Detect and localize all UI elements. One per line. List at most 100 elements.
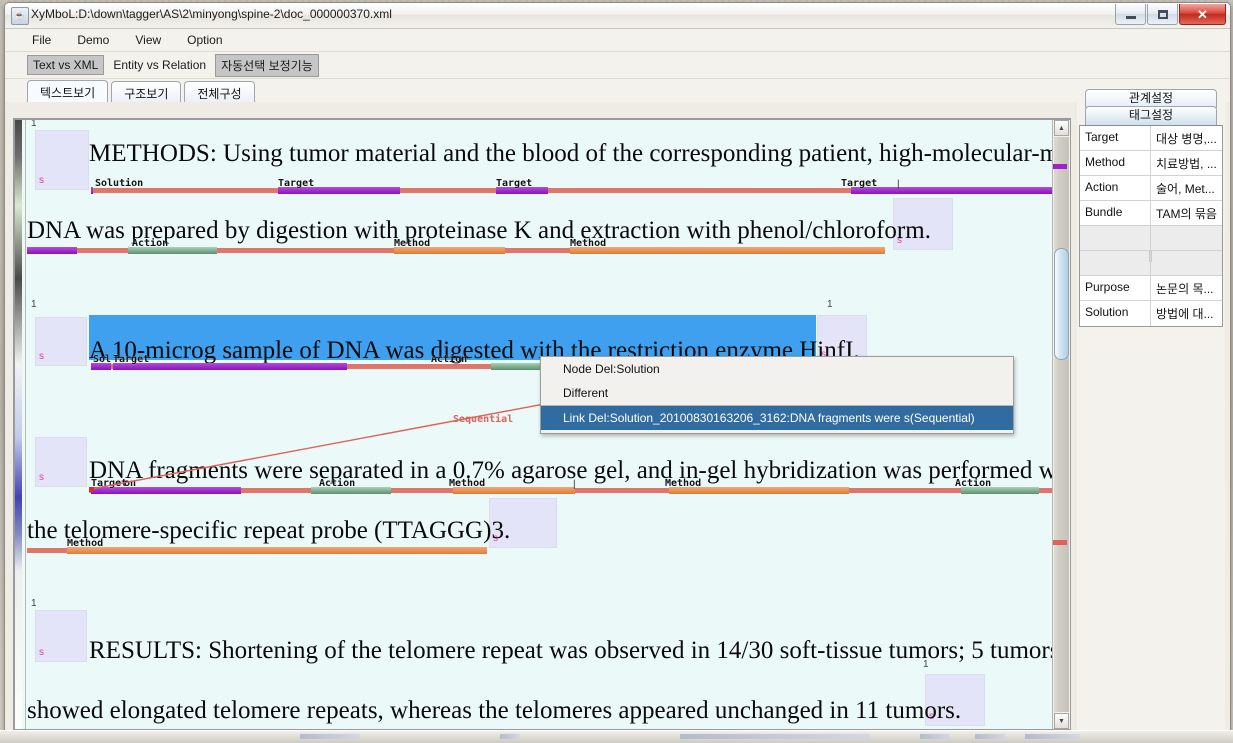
context-menu[interactable]: Node Del:Solution Different Link Del:Sol…	[540, 356, 1014, 434]
toolbar-text-vs-xml[interactable]: Text vs XML	[27, 55, 105, 75]
annotation-label-target: Target	[841, 178, 878, 189]
toolbar-entity-vs-relation[interactable]: Entity vs Relation	[107, 55, 212, 75]
line-7-text[interactable]: showed elongated telomere repeats, where…	[27, 697, 961, 725]
tag-settings-row[interactable]: Target 대상 병명,...	[1080, 126, 1222, 151]
tag-settings-table[interactable]: Target 대상 병명,... Method 치료방법, ... Action 술어, …	[1079, 125, 1223, 327]
menu-bar: File Demo View Option	[5, 29, 1230, 52]
coffee-cup-icon: ☕	[11, 7, 29, 25]
menu-item-different[interactable]: Different	[541, 381, 1013, 405]
scroll-up-arrow-icon[interactable]: ▲	[1054, 120, 1069, 136]
annotation-segment-solution[interactable]	[91, 187, 93, 194]
tag-name-cell	[1080, 251, 1151, 275]
menu-item-node-del[interactable]: Node Del:Solution	[541, 357, 1013, 381]
window-titlebar[interactable]: ☕ XyMboL:D:\down\tagger\AS\2\minyong\spi…	[5, 3, 1230, 29]
tab-tag-settings[interactable]: 태그설정	[1085, 106, 1217, 126]
sentence-marker-box[interactable]: s	[35, 437, 87, 487]
minimize-button[interactable]	[1115, 4, 1146, 25]
sentence-index-tick: 1	[31, 118, 37, 129]
text-vertical-scrollbar[interactable]: ▲ ▼	[1052, 120, 1070, 729]
menu-demo[interactable]: Demo	[64, 31, 122, 49]
annotation-segment-method[interactable]	[67, 547, 487, 554]
sentence-index-tick: 1	[31, 299, 37, 310]
annotation-label-solution: Solution	[95, 178, 144, 189]
tag-description-cell: 논문의 목...	[1156, 282, 1214, 296]
annotation-label-method: Method	[394, 238, 431, 249]
tag-name-cell: Solution	[1080, 301, 1151, 326]
maximize-button[interactable]	[1147, 4, 1178, 25]
tag-name-cell: Action	[1080, 176, 1151, 200]
tag-settings-row[interactable]: Solution 방법에 대...	[1080, 301, 1222, 326]
tag-name-cell: Purpose	[1080, 276, 1151, 300]
annotation-tick: |	[573, 479, 576, 490]
tag-description-cell: TAM의 묶음	[1156, 207, 1217, 221]
line-5-annotation-bar[interactable]: Method	[27, 538, 487, 554]
sentence-marker-box[interactable]: s	[35, 317, 87, 366]
application-window: ☕ XyMboL:D:\down\tagger\AS\2\minyong\spi…	[4, 2, 1231, 737]
tag-description-cell: 치료방법, ...	[1156, 157, 1217, 171]
tag-settings-row[interactable]: Method 치료방법, ...	[1080, 151, 1222, 176]
tag-name-cell	[1080, 226, 1151, 250]
close-button[interactable]: ✕	[1179, 4, 1226, 25]
column-resize-handle[interactable]	[1149, 250, 1152, 262]
tag-description-cell: 대상 병명,...	[1156, 132, 1217, 146]
annotation-label-target: Target	[278, 178, 315, 189]
tag-name-cell: Target	[1080, 126, 1151, 150]
annotation-label-action: Action	[431, 354, 468, 365]
tag-settings-row[interactable]: Action 술어, Met...	[1080, 176, 1222, 201]
annotation-segment-none[interactable]	[27, 247, 77, 254]
annotation-label-target: Target	[91, 478, 128, 489]
annotation-label-on: on	[124, 478, 137, 489]
annotation-label-action: Action	[319, 478, 356, 489]
scrollbar-thumb[interactable]	[1054, 248, 1069, 360]
menu-file[interactable]: File	[19, 31, 64, 49]
menu-item-link-del[interactable]: Link Del:Solution_20100830163206_3162:DN…	[541, 405, 1013, 430]
annotation-label-method: Method	[67, 538, 104, 549]
left-margin-rule	[25, 120, 26, 729]
tag-settings-row[interactable]: Purpose 논문의 목...	[1080, 276, 1222, 301]
window-controls: ✕	[1114, 4, 1226, 25]
sentence-index-tick: 1	[31, 598, 37, 609]
annotation-segment-method[interactable]	[570, 247, 885, 254]
relation-label-sequential: Sequential	[453, 414, 514, 425]
line-4-text[interactable]: DNA fragments were separated in a 0.7% a…	[89, 457, 1070, 485]
sentence-s-marker: s	[39, 351, 44, 362]
scrollbar-marker-target	[1053, 164, 1067, 169]
annotation-segment-target[interactable]	[851, 187, 1063, 194]
annotation-label-sol: Sol	[93, 354, 112, 365]
line-4-annotation-bar[interactable]: Target on Action Method Method Action |	[89, 478, 1065, 494]
tag-description-cell	[1151, 226, 1222, 250]
sentence-marker-box[interactable]: s	[35, 130, 89, 190]
annotation-label-method: Method	[449, 478, 486, 489]
sentence-s-marker: s	[39, 472, 44, 483]
right-panel-tabs: 관계설정 태그설정	[1077, 88, 1225, 126]
tag-description-cell: 술어, Met...	[1156, 182, 1215, 196]
tag-name-cell: Bundle	[1080, 201, 1151, 225]
sentence-marker-box[interactable]: s	[35, 610, 87, 662]
menu-option[interactable]: Option	[174, 31, 235, 49]
toolbar-auto-select-fix[interactable]: 자동선택 보정기능	[215, 53, 319, 77]
scrollbar-trough[interactable]	[1054, 137, 1069, 712]
taskbar	[0, 730, 1233, 743]
annotation-label-action: Action	[955, 478, 992, 489]
line-2-annotation-bar[interactable]: Action Method Method	[27, 238, 885, 254]
annotation-label-target: Target	[113, 354, 150, 365]
tag-name-cell: Method	[1080, 151, 1151, 175]
mode-toolbar: Text vs XML Entity vs Relation 자동선택 보정기능	[5, 52, 1230, 79]
tag-settings-panel: 관계설정 태그설정 Target 대상 병명,... Method 치료방법, ...…	[1077, 88, 1225, 731]
annotation-tick: |	[897, 179, 900, 190]
menu-view[interactable]: View	[122, 31, 174, 49]
line-6-text[interactable]: RESULTS: Shortening of the telomere repe…	[89, 637, 1059, 665]
line-1-text[interactable]: METHODS: Using tumor material and the bl…	[89, 140, 1070, 168]
scrollbar-marker-relation	[1053, 540, 1067, 545]
color-gutter-strip	[15, 120, 22, 729]
scroll-down-arrow-icon[interactable]: ▼	[1054, 713, 1069, 729]
annotation-label-method: Method	[665, 478, 702, 489]
tag-description-cell	[1151, 251, 1222, 275]
tag-settings-row[interactable]: Bundle TAM의 묶음	[1080, 201, 1222, 226]
tag-settings-row[interactable]	[1080, 226, 1222, 251]
tag-description-cell: 방법에 대...	[1156, 307, 1214, 321]
sentence-index-tick: 1	[827, 299, 833, 310]
line-1-annotation-bar[interactable]: Solution Target Target Target |	[91, 178, 1063, 194]
annotation-label-target: Target	[496, 178, 533, 189]
close-icon: ✕	[1197, 6, 1208, 22]
